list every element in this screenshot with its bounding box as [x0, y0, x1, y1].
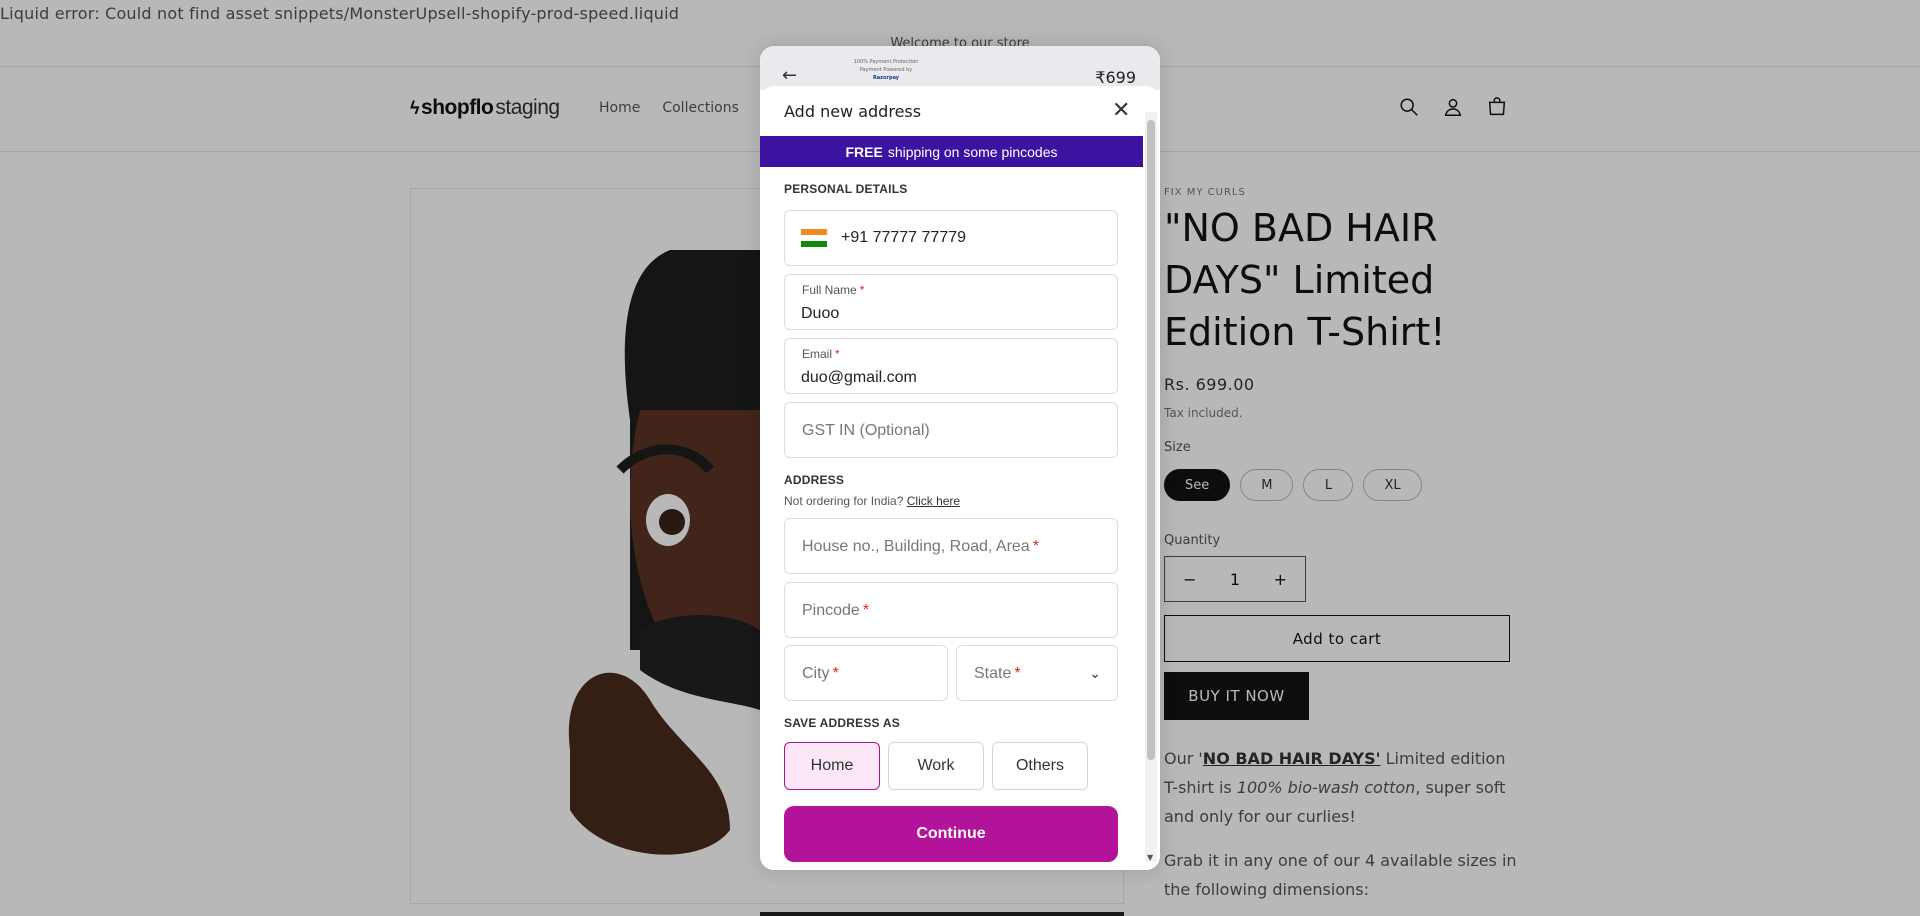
not-india-label: Not ordering for India?	[784, 494, 904, 508]
city-placeholder: City *	[802, 665, 839, 683]
required-mark: *	[835, 347, 840, 361]
save-as-home-button[interactable]: Home	[784, 742, 880, 790]
modal-title: Add new address	[784, 102, 922, 121]
banner-text: shipping on some pincodes	[887, 143, 1058, 160]
address-label: ADDRESS	[784, 473, 845, 487]
chevron-down-icon[interactable]: ⌄	[1089, 666, 1101, 682]
full-name-label: Full Name *	[802, 283, 864, 297]
badge-text: Payment Powered by	[859, 67, 913, 73]
full-name-field[interactable]: Full Name * Duoo	[784, 274, 1118, 330]
order-amount: ₹699	[1095, 68, 1136, 87]
checkout-header: ← 100% Payment Protection Payment Powere…	[760, 46, 1160, 90]
required-mark: *	[1014, 665, 1021, 682]
gst-placeholder: GST IN (Optional)	[802, 422, 930, 439]
scrollbar-thumb[interactable]	[1147, 120, 1155, 760]
close-icon[interactable]: ✕	[1112, 98, 1130, 123]
india-flag-icon	[801, 229, 827, 247]
free-shipping-banner: FREE shipping on some pincodes	[760, 136, 1143, 167]
badge-text: Razorpay	[872, 75, 900, 81]
email-value: duo@gmail.com	[801, 369, 917, 386]
placeholder-text: City	[802, 665, 830, 682]
placeholder-text: Pincode	[802, 602, 860, 619]
save-address-label: SAVE ADDRESS AS	[784, 716, 900, 730]
required-mark: *	[859, 283, 865, 297]
full-name-value: Duoo	[801, 305, 840, 322]
payment-protection-badge: 100% Payment Protection Payment Powered …	[850, 58, 922, 88]
required-mark: *	[862, 602, 870, 619]
email-field[interactable]: Email * duo@gmail.com	[784, 338, 1118, 394]
add-address-modal: Add new address ✕ ▼ FREE shipping on som…	[760, 86, 1160, 870]
state-placeholder: State *	[974, 665, 1021, 683]
state-select[interactable]: State * ⌄	[956, 645, 1118, 701]
label-text: Email	[802, 347, 833, 361]
house-placeholder: House no., Building, Road, Area *	[802, 538, 1039, 556]
gst-field[interactable]: GST IN (Optional)	[784, 402, 1118, 458]
required-mark: *	[832, 665, 839, 682]
save-address-options: Home Work Others	[784, 742, 1088, 790]
save-as-others-button[interactable]: Others	[992, 742, 1088, 790]
email-label: Email *	[802, 347, 840, 361]
personal-details-label: PERSONAL DETAILS	[784, 182, 908, 196]
back-arrow-icon[interactable]: ←	[782, 65, 797, 86]
city-field[interactable]: City *	[784, 645, 948, 701]
phone-field[interactable]: +91 77777 77779	[784, 210, 1118, 266]
save-as-work-button[interactable]: Work	[888, 742, 984, 790]
house-address-field[interactable]: House no., Building, Road, Area *	[784, 518, 1118, 574]
scroll-down-arrow-icon[interactable]: ▼	[1147, 853, 1153, 862]
placeholder-text: State	[974, 665, 1012, 682]
not-india-text: Not ordering for India? Click here	[784, 494, 960, 508]
pincode-field[interactable]: Pincode *	[784, 582, 1118, 638]
modal-scrollbar[interactable]: ▼	[1145, 112, 1157, 862]
banner-bold: FREE	[845, 143, 883, 160]
pincode-placeholder: Pincode *	[802, 602, 869, 620]
label-text: Full Name	[802, 283, 857, 297]
continue-button[interactable]: Continue	[784, 806, 1118, 862]
checkout-sheet: ← 100% Payment Protection Payment Powere…	[760, 46, 1160, 870]
phone-value: +91 77777 77779	[841, 229, 967, 246]
required-mark: *	[1032, 538, 1039, 555]
badge-text: 100% Payment Protection	[853, 59, 919, 65]
click-here-link[interactable]: Click here	[907, 494, 960, 508]
placeholder-text: House no., Building, Road, Area	[802, 538, 1030, 555]
